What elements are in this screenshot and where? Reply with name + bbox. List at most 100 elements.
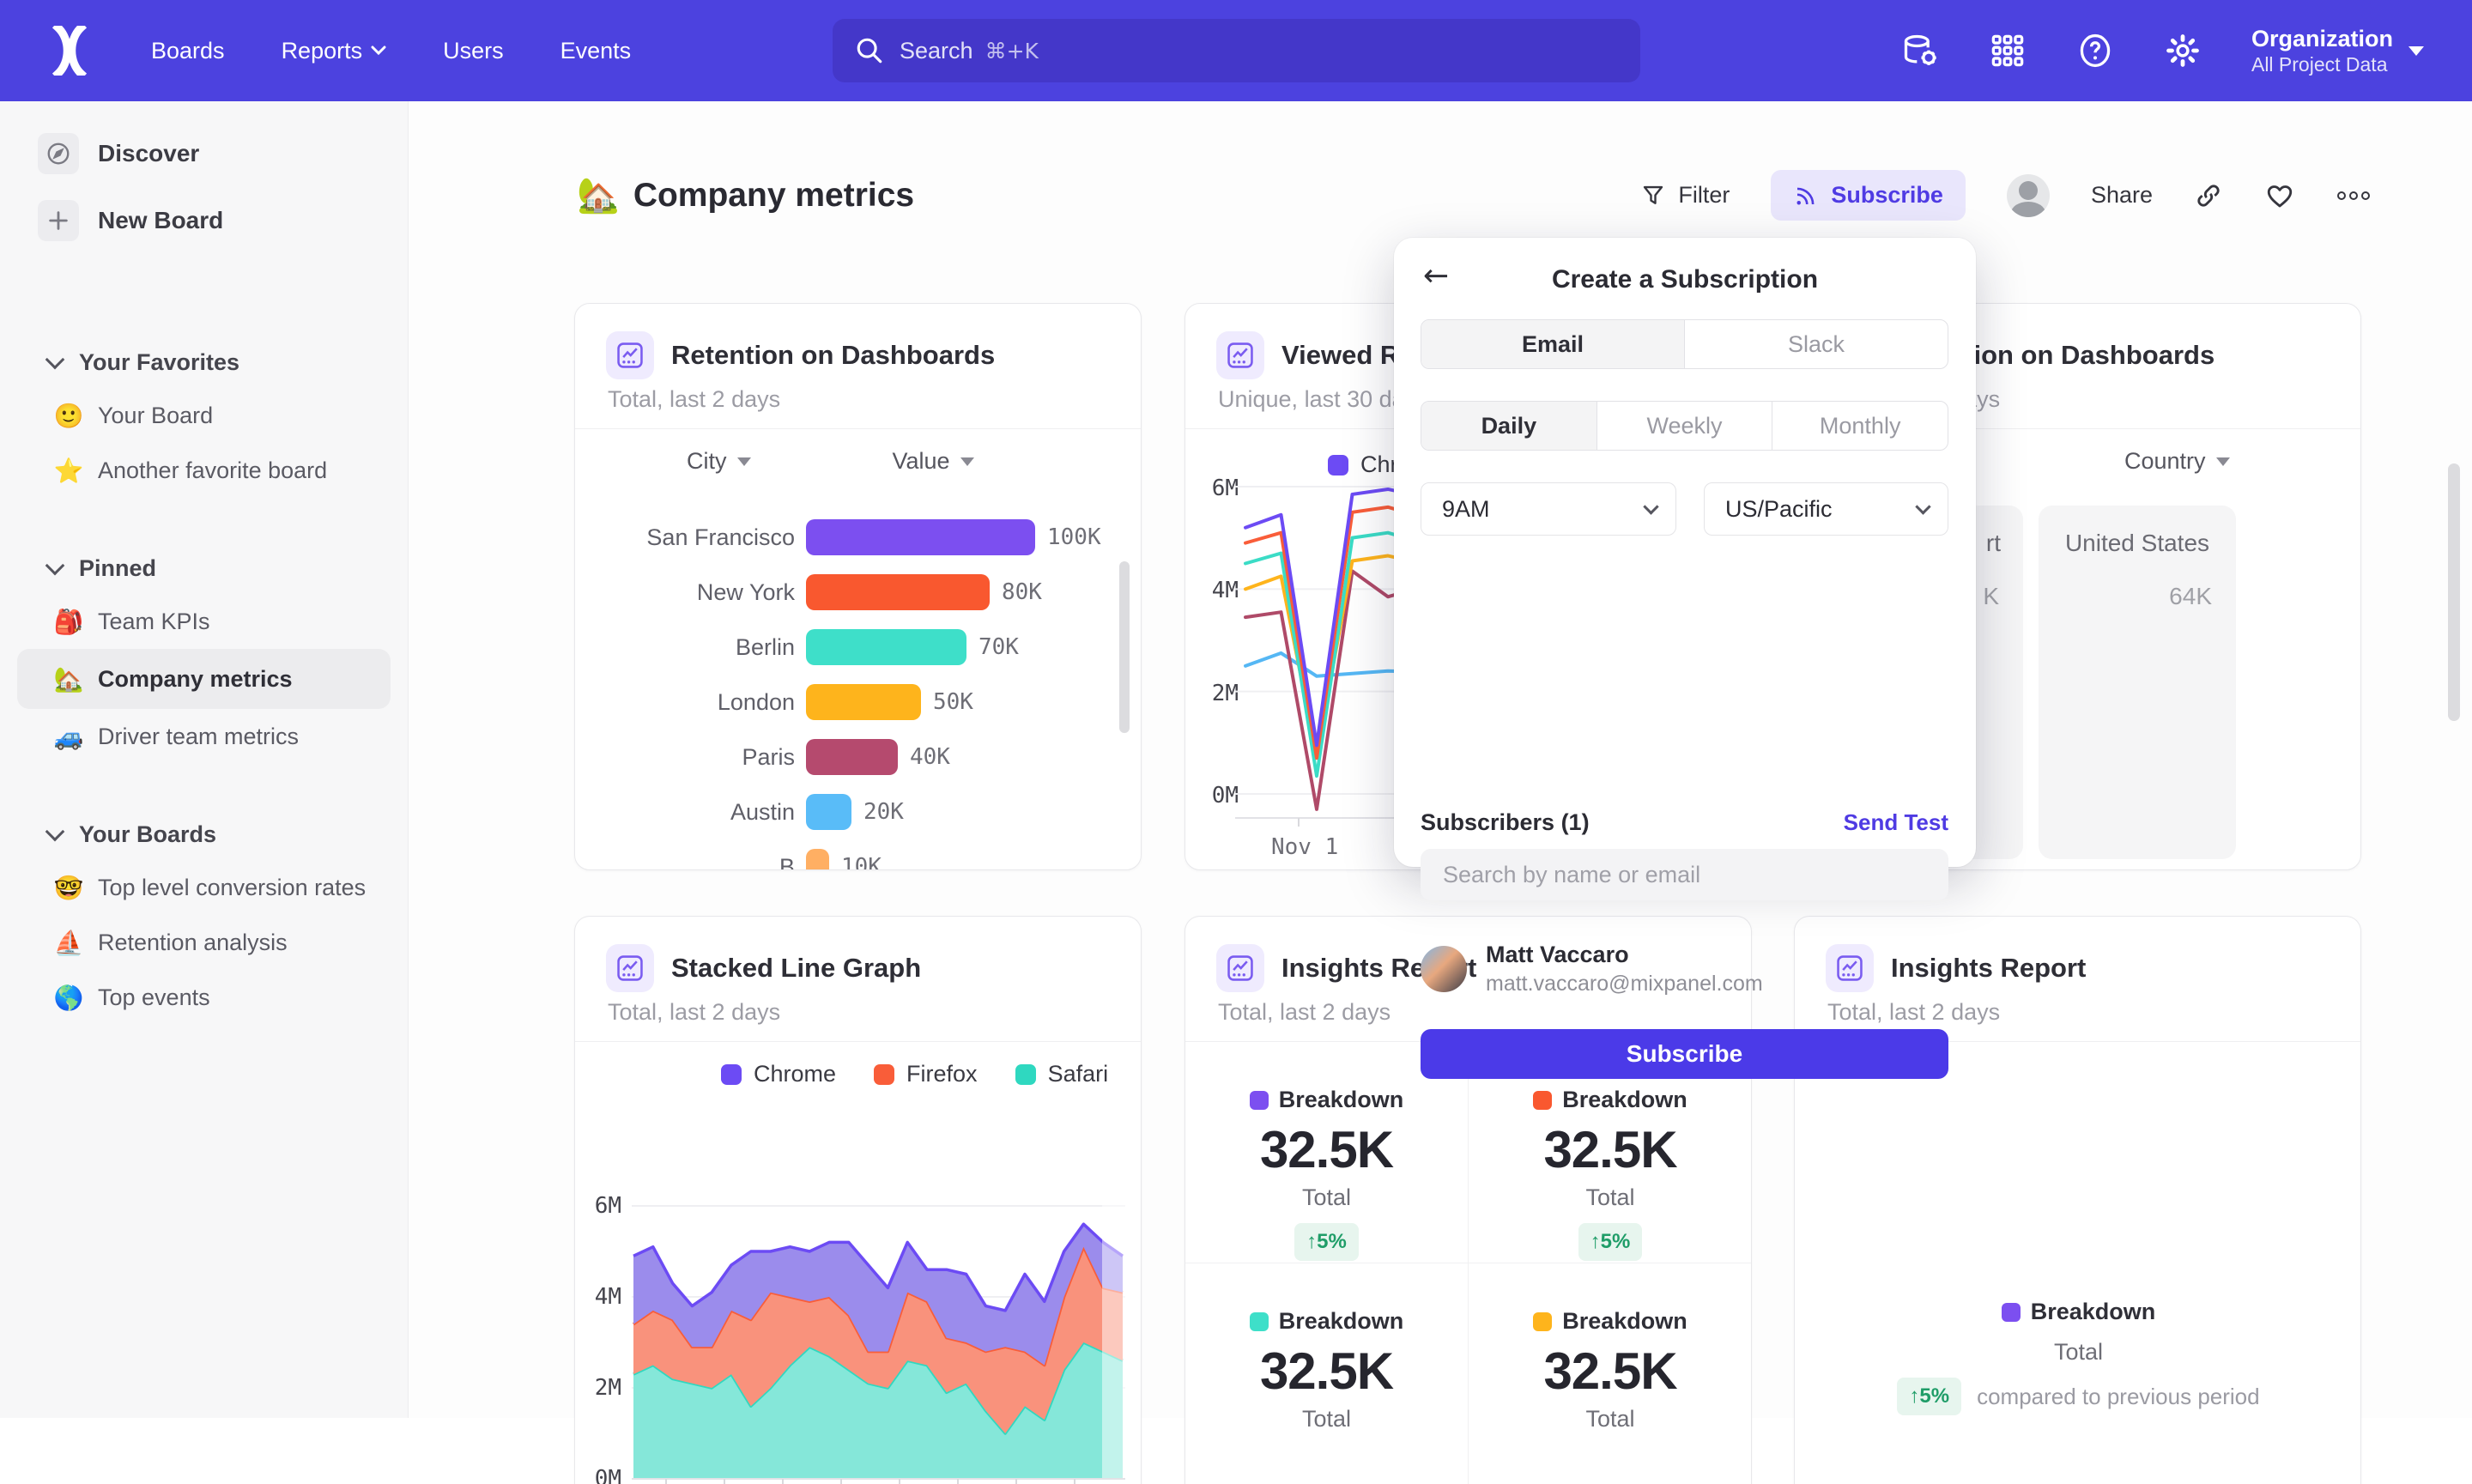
subscriber-list-item[interactable]: Matt Vaccaro matt.vaccaro@mixpanel.com <box>1421 942 1763 996</box>
delta-badge: ↑5% <box>1294 1223 1359 1261</box>
search-icon <box>855 36 884 65</box>
line-chart-icon <box>606 331 654 379</box>
table-row[interactable]: New York80K <box>575 565 1141 620</box>
avatar[interactable] <box>2007 174 2050 217</box>
tab-weekly[interactable]: Weekly <box>1597 402 1773 450</box>
filter-button[interactable]: Filter <box>1640 182 1730 209</box>
search-input[interactable]: Search ⌘+K <box>833 19 1640 82</box>
page-scrollbar[interactable] <box>2448 463 2460 721</box>
legend-firefox[interactable]: Firefox <box>874 1061 978 1087</box>
column-header-country[interactable]: Country <box>2124 448 2230 475</box>
share-button[interactable]: Share <box>2091 182 2153 209</box>
sidebar-item-top-events[interactable]: 🌎 Top events <box>0 970 408 1025</box>
metric-value: 32.5K <box>1260 1342 1393 1401</box>
globe-emoji-icon: 🌎 <box>52 984 86 1012</box>
apps-grid-icon[interactable] <box>1989 32 2027 70</box>
tab-slack[interactable]: Slack <box>1685 320 1948 368</box>
tab-email[interactable]: Email <box>1421 320 1685 368</box>
metric-value: 32.5K <box>1260 1120 1393 1179</box>
copy-link-button[interactable] <box>2194 181 2223 210</box>
sidebar-item-your-board[interactable]: 🙂 Your Board <box>0 388 408 443</box>
create-subscription-modal: ← Create a Subscription Email Slack Dail… <box>1394 238 1976 867</box>
table-row[interactable]: Paris40K <box>575 730 1141 784</box>
breakdown-swatch <box>1250 1312 1269 1331</box>
breakdown-swatch <box>2002 1303 2021 1322</box>
sort-caret-icon <box>2216 457 2230 466</box>
card-subtitle: Total, last 2 days <box>1218 999 1390 1026</box>
sidebar: Discover New Board Your Favorites 🙂 Your… <box>0 101 409 1418</box>
section-your-boards[interactable]: Your Boards <box>0 809 408 860</box>
sidebar-new-board[interactable]: New Board <box>0 187 408 254</box>
delta-badge: ↑5% <box>1897 1378 1961 1415</box>
table-scrollbar[interactable] <box>1119 561 1130 733</box>
card-title: Insights Report <box>1891 953 2086 984</box>
mixpanel-logo-icon[interactable] <box>50 26 89 76</box>
section-your-favorites[interactable]: Your Favorites <box>0 336 408 388</box>
page-title: Company metrics <box>633 177 914 215</box>
nav-boards[interactable]: Boards <box>151 38 225 64</box>
metric-value: 32.5K <box>1543 1120 1676 1179</box>
table-row[interactable]: Berlin70K <box>575 620 1141 675</box>
chevron-down-icon <box>45 556 65 576</box>
channel-tabs: Email Slack <box>1421 319 1948 369</box>
sidebar-item-retention-analysis[interactable]: ⛵ Retention analysis <box>0 915 408 970</box>
table-cell-united-states[interactable]: United States 64K <box>2039 506 2236 859</box>
nav-events[interactable]: Events <box>560 38 632 64</box>
legend-chrome[interactable]: Chrome <box>721 1061 836 1087</box>
table-row[interactable]: Austin20K <box>575 784 1141 839</box>
chevron-down-icon <box>371 45 386 56</box>
subscriber-search-input[interactable] <box>1421 849 1948 900</box>
stacked-area-chart[interactable] <box>632 1192 1125 1484</box>
plus-icon <box>38 200 79 241</box>
table-row[interactable]: London50K <box>575 675 1141 730</box>
chevron-down-icon <box>1643 499 1658 514</box>
legend-safari[interactable]: Safari <box>1015 1061 1109 1087</box>
delta-note: compared to previous period <box>1977 1384 2260 1410</box>
favorite-button[interactable] <box>2264 180 2295 211</box>
sidebar-discover[interactable]: Discover <box>0 120 408 187</box>
sidebar-item-team-kpis[interactable]: 🎒 Team KPIs <box>0 594 408 649</box>
column-header-value[interactable]: Value <box>893 448 974 475</box>
y-tick: 4M <box>574 1284 621 1310</box>
metric-tile[interactable]: Breakdown 32.5K Total <box>1185 1263 1469 1484</box>
bar <box>806 849 829 870</box>
card-stacked-line-graph: Stacked Line Graph Total, last 2 days Ch… <box>574 916 1142 1484</box>
bar <box>806 794 851 830</box>
tab-daily[interactable]: Daily <box>1421 402 1597 450</box>
card-insights-report-single: Insights Report Total, last 2 days Break… <box>1794 916 2361 1484</box>
help-icon[interactable] <box>2076 32 2114 70</box>
card-insights-report-grid: Insights Report Total, last 2 days Break… <box>1184 916 1752 1484</box>
org-name: Organization <box>2251 25 2393 54</box>
metric-tile[interactable]: Breakdown 32.5K Total <box>1469 1263 1752 1484</box>
org-switcher[interactable]: Organization All Project Data <box>2251 25 2424 77</box>
sidebar-item-driver-team-metrics[interactable]: 🚙 Driver team metrics <box>0 709 408 764</box>
table-row[interactable]: B10K <box>575 839 1141 870</box>
modal-subscribe-button[interactable]: Subscribe <box>1421 1029 1948 1079</box>
nav-reports[interactable]: Reports <box>282 38 387 64</box>
nerd-emoji-icon: 🤓 <box>52 874 86 902</box>
sidebar-item-top-level-conversion-rates[interactable]: 🤓 Top level conversion rates <box>0 860 408 915</box>
settings-gear-icon[interactable] <box>2164 32 2202 70</box>
more-options-button[interactable] <box>2336 187 2371 204</box>
sort-caret-icon <box>737 457 751 466</box>
subscribe-button[interactable]: Subscribe <box>1771 170 1966 221</box>
ellipsis-icon <box>2336 187 2371 204</box>
table-row[interactable]: San Francisco100K <box>575 510 1141 565</box>
column-header-city[interactable]: City <box>687 448 751 475</box>
sidebar-item-another-favorite-board[interactable]: ⭐ Another favorite board <box>0 443 408 498</box>
time-select[interactable]: 9AM <box>1421 482 1676 536</box>
send-test-link[interactable]: Send Test <box>1844 809 1948 836</box>
sidebar-item-company-metrics[interactable]: 🏡 Company metrics <box>17 649 391 709</box>
metric-tile[interactable]: Breakdown Total ↑5% compared to previous… <box>1795 1299 2361 1415</box>
tab-monthly[interactable]: Monthly <box>1772 402 1948 450</box>
section-pinned[interactable]: Pinned <box>0 542 408 594</box>
delta-badge: ↑5% <box>1578 1223 1643 1261</box>
star-emoji-icon: ⭐ <box>52 457 86 485</box>
legend-swatch <box>1015 1064 1036 1085</box>
chevron-down-icon <box>1915 499 1930 514</box>
nav-users[interactable]: Users <box>443 38 504 64</box>
card-title: Stacked Line Graph <box>671 953 921 984</box>
data-management-icon[interactable] <box>1901 32 1939 70</box>
top-nav: Boards Reports Users Events Search ⌘+K <box>0 0 2472 101</box>
timezone-select[interactable]: US/Pacific <box>1704 482 1948 536</box>
